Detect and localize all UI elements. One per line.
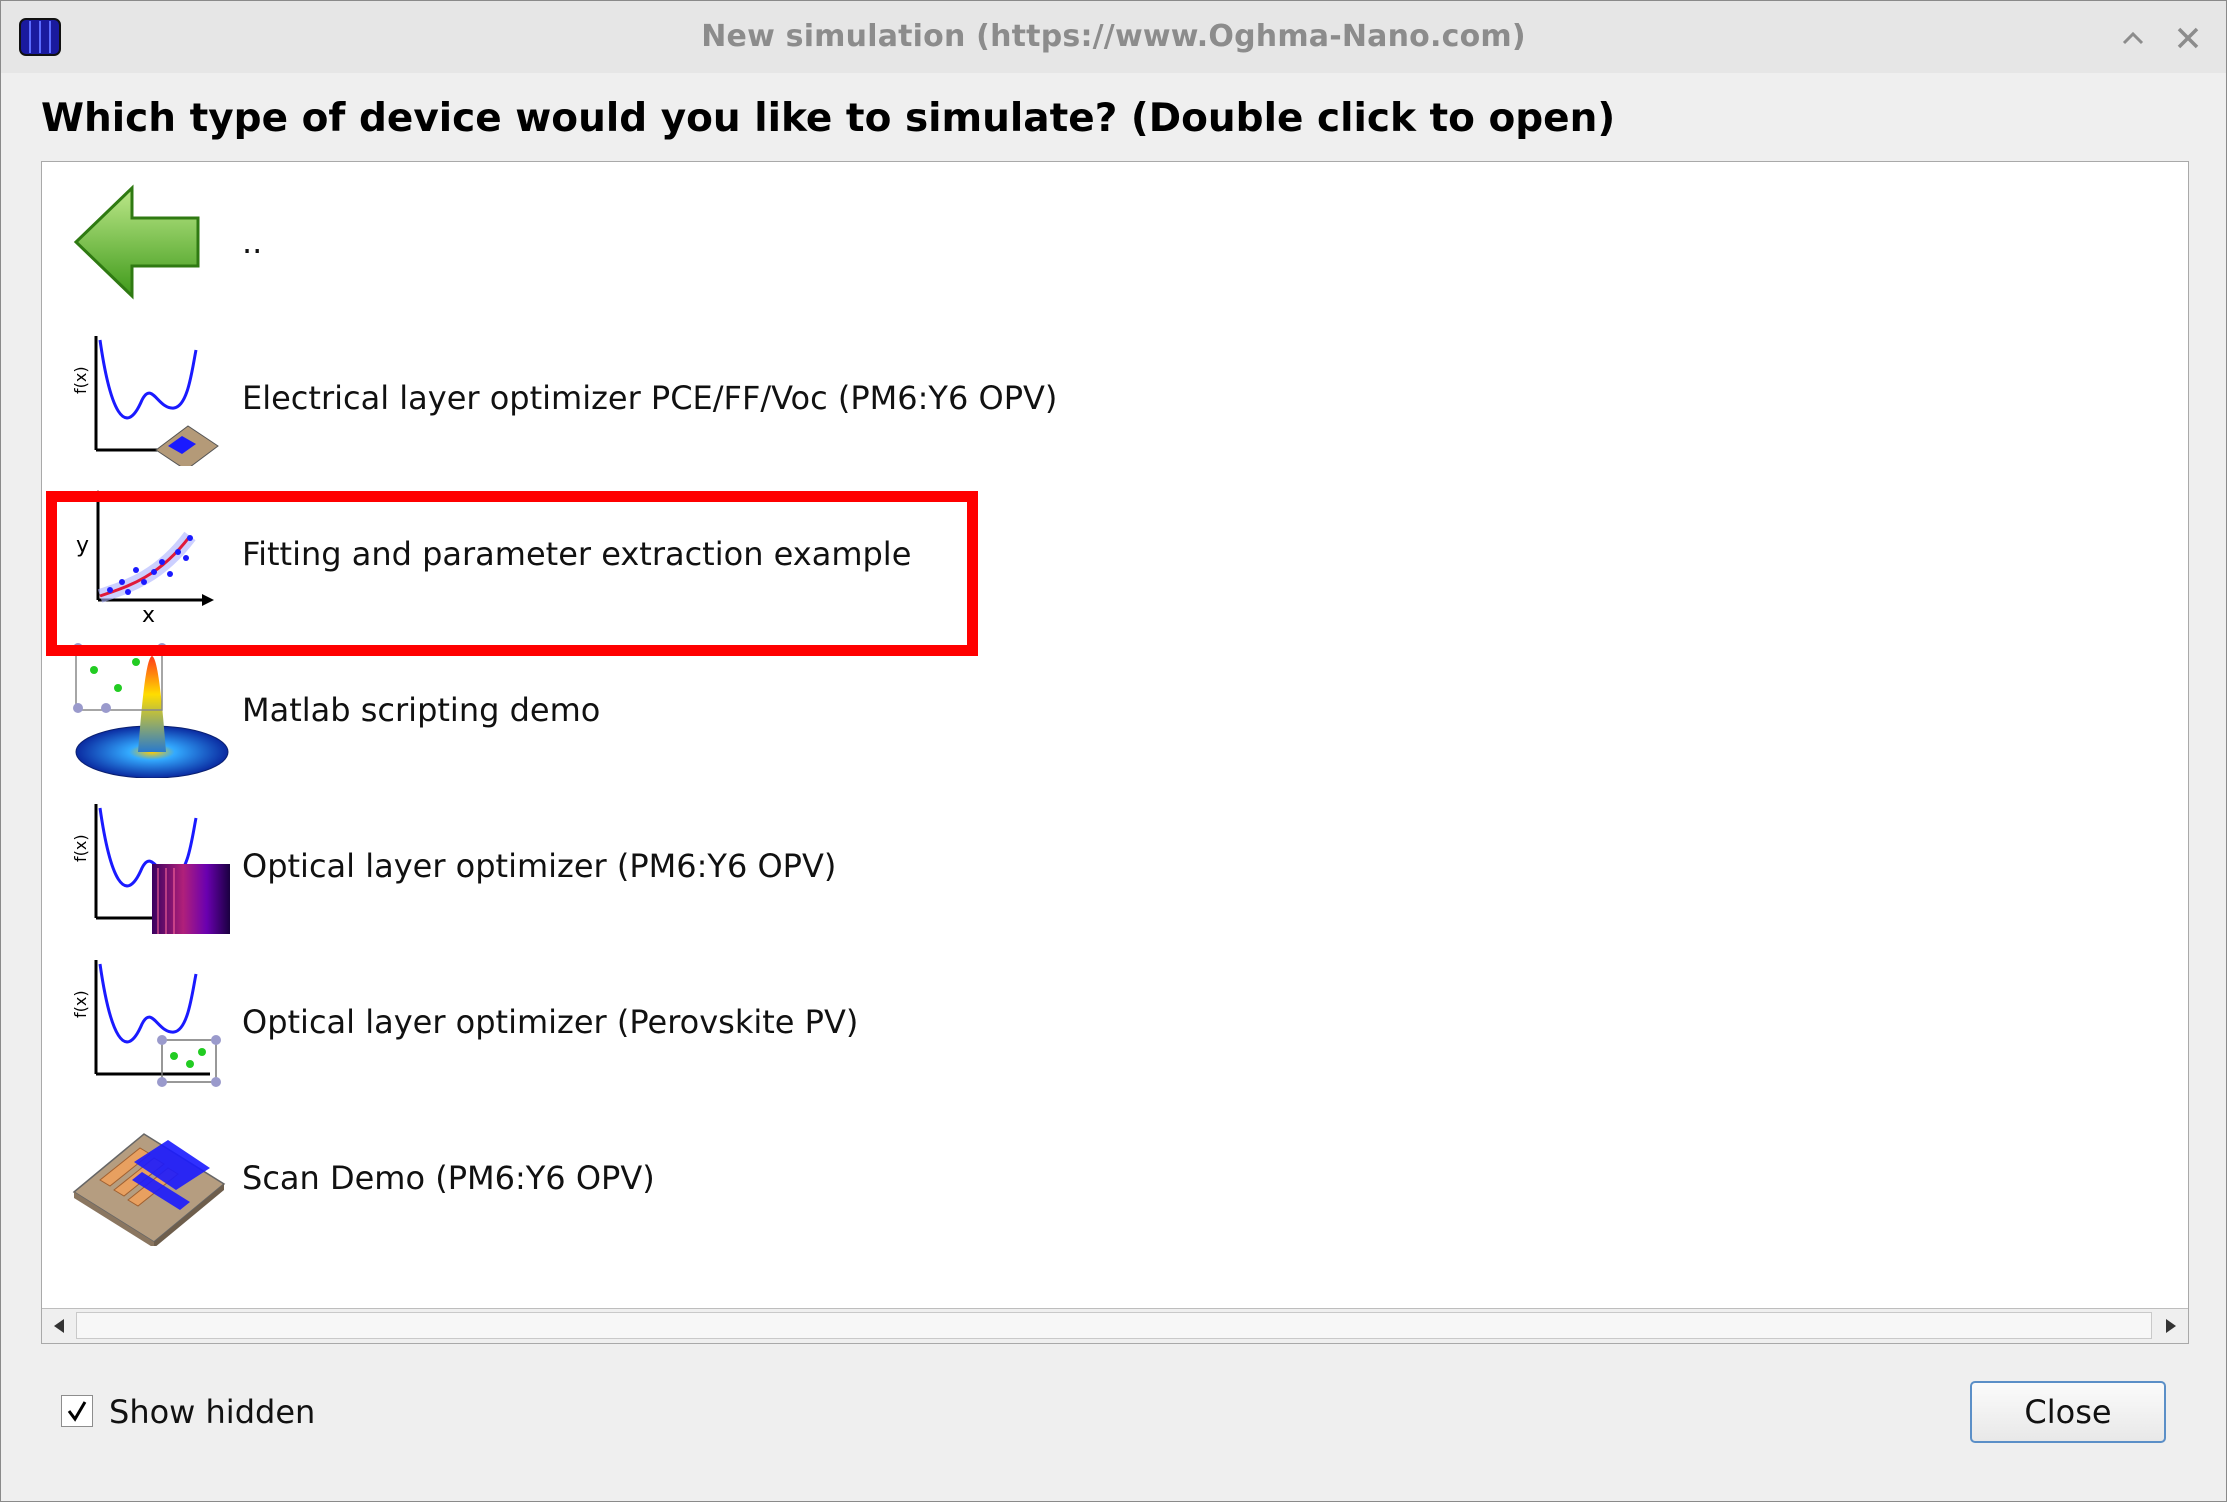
checkbox[interactable]	[61, 1395, 93, 1427]
maximize-chevron-icon[interactable]	[2118, 23, 2148, 53]
checkmark-icon	[67, 1401, 87, 1422]
svg-text:y: y	[76, 533, 89, 558]
list-item-label: Scan Demo (PM6:Y6 OPV)	[242, 1159, 655, 1197]
list-item-label: Matlab scripting demo	[242, 691, 601, 729]
svg-text:f(x): f(x)	[71, 990, 90, 1018]
new-simulation-window: New simulation (https://www.Oghma-Nano.c…	[0, 0, 2227, 1502]
matlab-surface-icon	[73, 643, 229, 778]
list-item-scan-demo[interactable]: Scan Demo (PM6:Y6 OPV)	[42, 1100, 2188, 1256]
horizontal-scrollbar[interactable]	[42, 1308, 2188, 1343]
scroll-left-icon[interactable]	[46, 1309, 74, 1343]
close-button[interactable]: Close	[1970, 1381, 2166, 1443]
show-hidden-label: Show hidden	[109, 1393, 316, 1431]
list-item-optical-optimizer-perovskite[interactable]: f(x) Optical layer optimizer (Perovskite…	[42, 944, 2188, 1100]
list-item-label: ..	[242, 223, 263, 261]
svg-text:f(x): f(x)	[71, 834, 90, 862]
scroll-right-icon[interactable]	[2156, 1309, 2184, 1343]
close-icon[interactable]	[2173, 23, 2203, 53]
title-bar[interactable]: New simulation (https://www.Oghma-Nano.c…	[1, 1, 2226, 73]
list-item-optical-optimizer-opv[interactable]: f(x) Optical layer optimizer (PM6:Y6 OPV…	[42, 788, 2188, 944]
list-item-label: Electrical layer optimizer PCE/FF/Voc (P…	[242, 379, 1058, 417]
device-chip-icon	[72, 1133, 226, 1246]
list-item-parent-folder[interactable]: ..	[42, 164, 2188, 320]
list-item-electrical-optimizer[interactable]: f(x) Electrical layer optimizer PCE/FF/V…	[42, 320, 2188, 476]
window-title: New simulation (https://www.Oghma-Nano.c…	[701, 19, 1526, 54]
list-item-label: Optical layer optimizer (PM6:Y6 OPV)	[242, 847, 837, 885]
fit-plot-icon: y x	[76, 490, 214, 622]
list-item-matlab-demo[interactable]: Matlab scripting demo	[42, 632, 2188, 788]
svg-text:f(x): f(x)	[71, 366, 90, 394]
list-item-label: Optical layer optimizer (Perovskite PV)	[242, 1003, 859, 1041]
optimizer-perovskite-icon: f(x)	[71, 960, 221, 1087]
list-item-fitting-example[interactable]: y x Fitting and parameter extraction exa…	[42, 476, 2188, 632]
list-item-label: Fitting and parameter extraction example	[242, 535, 912, 573]
page-heading: Which type of device would you like to s…	[41, 96, 1616, 141]
optimizer-optical-icon: f(x)	[71, 804, 230, 934]
back-arrow-icon	[73, 184, 200, 300]
device-list[interactable]: .. f(x) Electrical layer optimizer PCE/F…	[41, 161, 2189, 1344]
optimizer-device-icon: f(x)	[71, 336, 219, 466]
svg-text:x: x	[142, 603, 155, 622]
scrollbar-track[interactable]	[76, 1312, 2152, 1339]
